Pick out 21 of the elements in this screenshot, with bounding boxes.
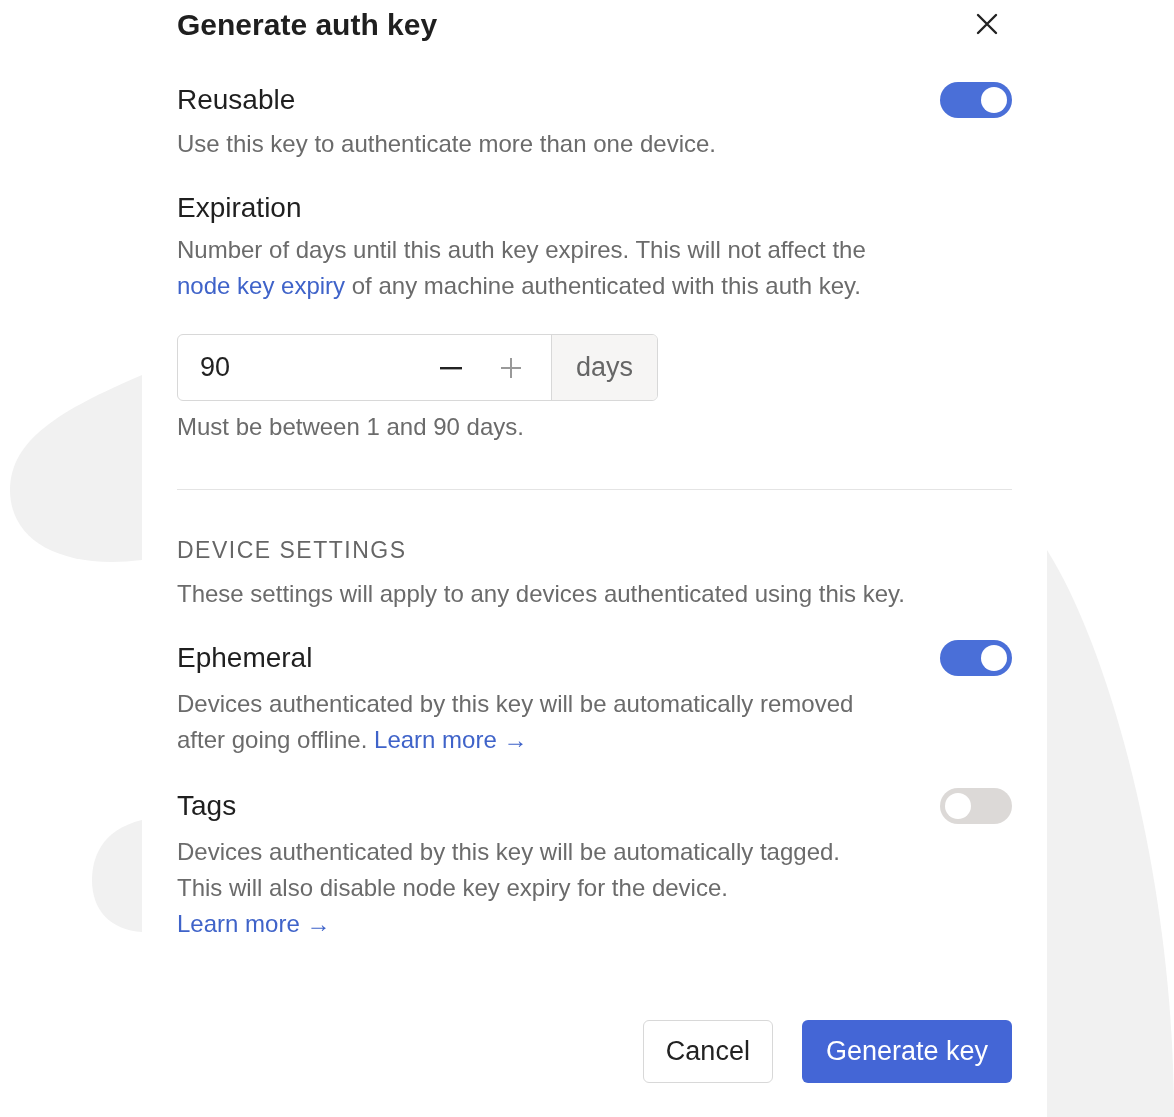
node-key-expiry-link[interactable]: node key expiry: [177, 272, 346, 299]
cancel-button[interactable]: Cancel: [642, 1020, 773, 1083]
unit-label: days: [551, 335, 657, 400]
toggle-switch[interactable]: [940, 82, 1012, 118]
section-description: These settings will apply to any devices authenticated using this key.: [177, 579, 906, 609]
expiration-description: Number of days until this auth key expires. This will not affect the node key expiry of any machine authenticated with this auth key.: [177, 235, 867, 301]
setting-label: Ephemeral: [177, 641, 313, 675]
section-heading: DEVICE SETTINGS: [177, 536, 408, 565]
setting-description: Use this key to authenticate more than one device.: [177, 129, 717, 159]
setting-label: Reusable: [177, 83, 296, 117]
learn-more-link[interactable]: Learn more →: [374, 726, 528, 753]
hint-text: Must be between 1 and 90 days.: [177, 412, 525, 442]
toggle-switch[interactable]: [940, 788, 1012, 824]
generate-key-button[interactable]: Generate key: [801, 1020, 1012, 1083]
dialog-title: Generate auth key: [177, 6, 438, 43]
learn-more-link[interactable]: Learn more →: [177, 910, 331, 937]
setting-label: Expiration: [177, 191, 302, 225]
toggle-switch[interactable]: [940, 640, 1012, 676]
setting-label: Tags: [177, 789, 237, 823]
setting-description: Devices authenticated by this key will be automatically removed after going offline. Learn more →: [177, 689, 855, 755]
setting-description: Devices authenticated by this key will be automatically tagged. This will also disable node key expiry for the device. Learn more →: [177, 837, 842, 939]
